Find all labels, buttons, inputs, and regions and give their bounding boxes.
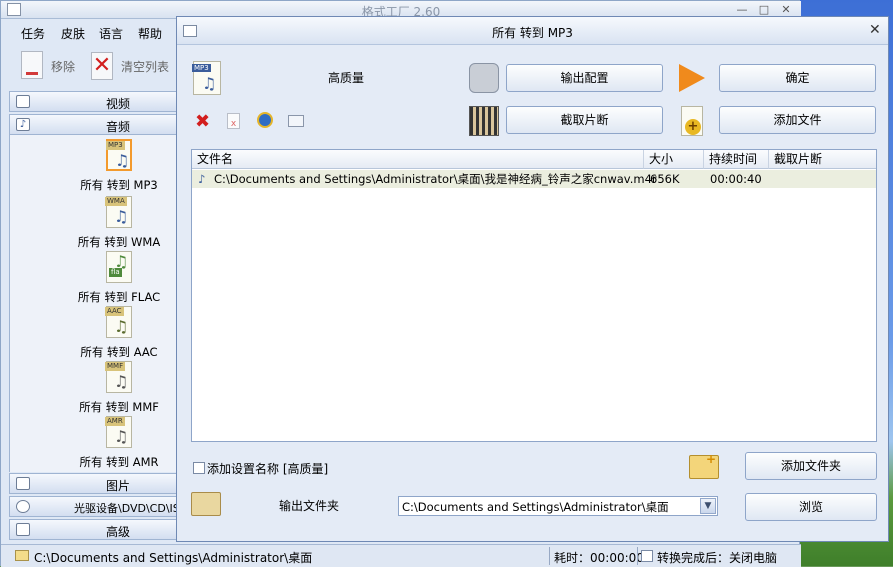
ok-button[interactable]: 确定 <box>719 64 876 92</box>
column-duration[interactable]: 持续时间 <box>704 150 769 169</box>
play-icon[interactable] <box>257 112 273 128</box>
arrow-right-icon <box>679 64 705 92</box>
status-path: C:\Documents and Settings\Administrator\… <box>34 551 313 565</box>
folder-icon <box>15 550 29 561</box>
shutdown-checkbox[interactable] <box>641 550 653 562</box>
output-folder-select[interactable]: C:\Documents and Settings\Administrator\… <box>398 496 718 516</box>
browse-button[interactable]: 浏览 <box>745 493 877 521</box>
status-elapsed: 耗时：00:00:00 <box>554 551 644 565</box>
table-row[interactable]: ♪ C:\Documents and Settings\Administrato… <box>192 170 876 188</box>
delete-icon[interactable]: ✖ <box>195 111 210 132</box>
menu-bar: 任务 皮肤 语言 帮助 <box>1 21 177 43</box>
menu-task[interactable]: 任务 <box>21 25 45 42</box>
disc-icon <box>16 500 30 513</box>
amr-file-icon: AMR ♫ <box>105 416 132 448</box>
output-folder-icon[interactable] <box>191 492 221 516</box>
dialog-title-bar: 所有 转到 MP3 ✕ <box>177 17 888 45</box>
dialog-title: 所有 转到 MP3 <box>492 26 573 40</box>
document-icon <box>21 51 43 79</box>
flac-file-icon: fla ♫ <box>106 251 132 283</box>
dialog-close-icon[interactable]: ✕ <box>869 22 881 38</box>
mmf-file-icon: MMF ♫ <box>105 361 132 393</box>
column-size[interactable]: 大小 <box>644 150 704 169</box>
mp3-format-icon: MP3 ♫ <box>192 61 221 95</box>
file-list-table[interactable]: 文件名 大小 持续时间 截取片断 ♪ C:\Documents and Sett… <box>191 149 877 442</box>
film-clip-icon <box>469 106 499 136</box>
clear-list-button[interactable]: ✕ 清空列表 <box>89 49 179 85</box>
close-icon[interactable]: ✕ <box>777 2 795 17</box>
clip-button[interactable]: 截取片断 <box>506 106 663 134</box>
output-folder-label: 输出文件夹 <box>279 499 340 513</box>
info-icon[interactable] <box>288 115 304 127</box>
file-duration: 00:00:40 <box>710 172 762 186</box>
add-file-button[interactable]: 添加文件 <box>719 106 876 134</box>
column-filename[interactable]: 文件名 <box>192 150 644 169</box>
menu-help[interactable]: 帮助 <box>138 25 162 42</box>
file-name: C:\Documents and Settings\Administrator\… <box>214 172 657 186</box>
convert-dialog: 所有 转到 MP3 ✕ MP3 ♫ 高质量 输出配置 确定 ✖ x 截取片断 +… <box>176 16 889 542</box>
add-folder-icon: + <box>689 452 719 479</box>
add-folder-button[interactable]: 添加文件夹 <box>745 452 877 480</box>
quality-label: 高质量 <box>328 71 365 85</box>
file-size: 656K <box>650 172 680 186</box>
chevron-down-icon[interactable]: ▼ <box>700 498 716 514</box>
status-after-done: 转换完成后：关闭电脑 <box>657 551 778 565</box>
menu-skin[interactable]: 皮肤 <box>61 25 85 42</box>
clear-x-icon: ✕ <box>91 52 113 80</box>
add-file-icon: + <box>681 106 703 136</box>
wma-file-icon: WMA ♫ <box>105 196 132 228</box>
aac-file-icon: AAC ♫ <box>105 306 132 338</box>
column-clip[interactable]: 截取片断 <box>769 150 876 169</box>
minimize-icon[interactable]: — <box>733 2 751 17</box>
add-setting-name-label: 添加设置名称 [高质量] <box>207 462 329 476</box>
output-config-button[interactable]: 输出配置 <box>506 64 663 92</box>
clear-icon[interactable]: x <box>227 113 240 129</box>
menu-language[interactable]: 语言 <box>99 25 123 42</box>
settings-icon <box>469 63 499 93</box>
add-setting-name-checkbox[interactable] <box>193 462 205 474</box>
remove-button[interactable]: 移除 <box>19 49 81 85</box>
audio-file-icon: ♪ <box>198 172 206 186</box>
status-bar: C:\Documents and Settings\Administrator\… <box>1 544 801 567</box>
mp3-file-icon: MP3 ♫ <box>106 139 132 171</box>
maximize-icon[interactable]: □ <box>755 2 773 17</box>
